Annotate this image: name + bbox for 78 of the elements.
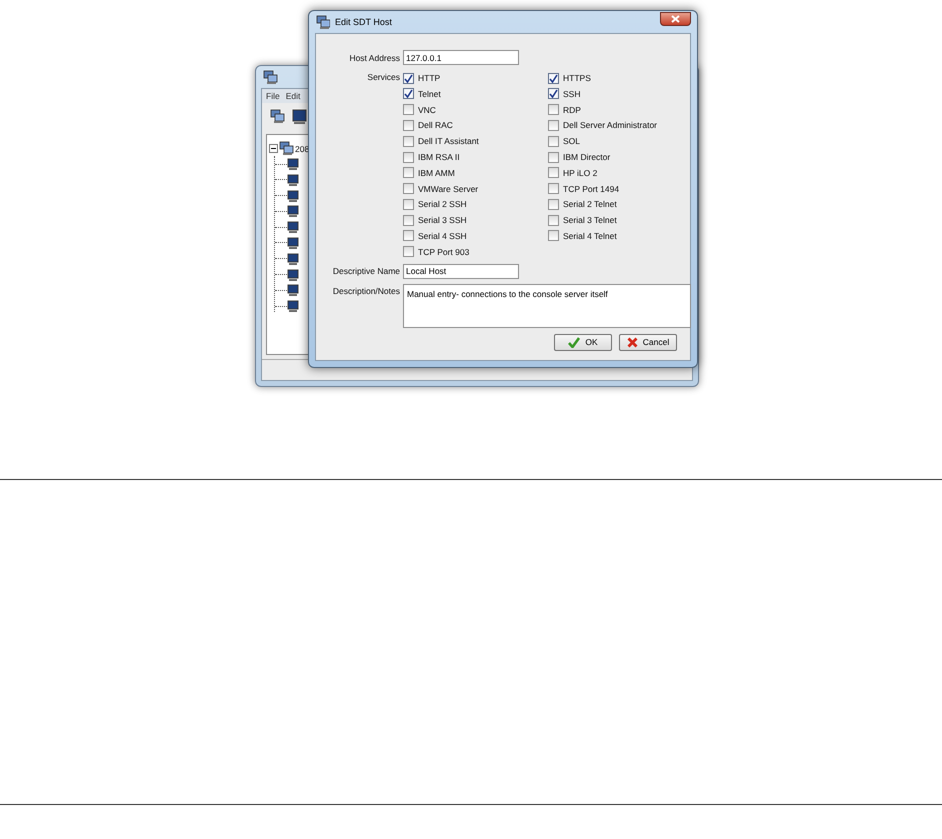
- checkbox[interactable]: [548, 214, 559, 226]
- checkbox[interactable]: [403, 120, 414, 131]
- field-label: Descriptive Name: [332, 266, 400, 276]
- notes-field[interactable]: Manual entry- connections to the console server itself: [403, 284, 691, 328]
- checkbox[interactable]: [403, 183, 414, 194]
- checkbox[interactable]: [548, 167, 559, 178]
- checkbox-label: Serial 4 SSH: [418, 230, 467, 241]
- checkbox-label: Dell RAC: [418, 120, 453, 130]
- checkbox-label: HP iLO 2: [563, 168, 598, 178]
- checkbox[interactable]: [403, 198, 414, 210]
- checkbox-label: HTTPS: [563, 73, 591, 84]
- computer-icon[interactable]: [287, 300, 299, 312]
- checkbox[interactable]: [548, 104, 559, 116]
- expander-icon[interactable]: [269, 144, 278, 153]
- checkbox[interactable]: [403, 246, 414, 258]
- checkbox-label: VNC: [418, 104, 436, 115]
- checkbox[interactable]: [548, 120, 559, 131]
- checkbox-label: SOL: [563, 136, 580, 146]
- checkbox-label: Telnet: [418, 88, 441, 99]
- checkbox-label: SSH: [563, 88, 580, 99]
- computer-icon[interactable]: [287, 236, 299, 249]
- checkbox-label: VMWare Server: [418, 184, 478, 194]
- text-field[interactable]: Local Host: [403, 264, 519, 279]
- computer-icon[interactable]: [287, 205, 299, 218]
- window-title: Edit SDT Host: [335, 17, 392, 27]
- computer-icon[interactable]: [287, 174, 299, 186]
- checkbox-label: IBM Director: [563, 152, 610, 162]
- checkbox-label: Serial 3 SSH: [418, 215, 467, 226]
- computer-icon[interactable]: [287, 190, 299, 202]
- checkbox[interactable]: [548, 183, 559, 194]
- checkbox[interactable]: [403, 136, 414, 147]
- checkbox-label: HTTP: [418, 73, 440, 84]
- checkbox[interactable]: [403, 214, 414, 226]
- checkbox-label: Serial 3 Telnet: [563, 215, 617, 226]
- close-icon: [671, 15, 680, 23]
- checkbox-label: Dell Server Administrator: [563, 120, 658, 130]
- computer-icon[interactable]: [292, 109, 307, 124]
- checkbox-label: Serial 2 SSH: [418, 199, 467, 210]
- computer-icon[interactable]: [287, 268, 299, 281]
- checkbox-label: Dell IT Assistant: [418, 136, 479, 146]
- checkbox[interactable]: [548, 230, 559, 242]
- computer-icon[interactable]: [287, 158, 299, 170]
- app-icon: [263, 70, 278, 84]
- checkbox[interactable]: [548, 136, 559, 147]
- checkbox-label: IBM AMM: [418, 168, 455, 178]
- checkbox[interactable]: [403, 104, 414, 116]
- checkbox[interactable]: [403, 72, 414, 84]
- cancel-button[interactable]: Cancel: [619, 334, 677, 351]
- field-label: Host Address: [348, 52, 400, 62]
- field-label: Description/Notes: [332, 286, 400, 296]
- computer-icon[interactable]: [287, 221, 299, 234]
- checkbox-label: RDP: [563, 104, 581, 115]
- checkbox-label: Serial 2 Telnet: [563, 199, 617, 210]
- checkbox-label: TCP Port 1494: [563, 184, 620, 194]
- checkbox[interactable]: [403, 230, 414, 242]
- checkbox[interactable]: [403, 152, 414, 162]
- app-icon: [316, 15, 330, 29]
- checkbox-label: Serial 4 Telnet: [563, 230, 617, 241]
- checkbox-label: IBM RSA II: [418, 152, 460, 162]
- checkbox[interactable]: [548, 198, 559, 210]
- checkbox[interactable]: [548, 88, 559, 100]
- computer-icon[interactable]: [287, 284, 299, 296]
- text-field[interactable]: 127.0.0.1: [403, 50, 519, 65]
- hosts-icon[interactable]: [270, 109, 285, 124]
- checkbox[interactable]: [548, 72, 559, 84]
- check-icon: [568, 336, 580, 348]
- checkbox[interactable]: [403, 88, 414, 100]
- close-button[interactable]: [660, 12, 691, 26]
- hosts-icon: [279, 141, 294, 156]
- field-label: Services: [366, 72, 400, 82]
- menu-item[interactable]: File: [266, 91, 280, 101]
- computer-icon[interactable]: [287, 252, 299, 265]
- menu-item[interactable]: Edit: [286, 91, 300, 101]
- checkbox[interactable]: [548, 152, 559, 162]
- ok-button[interactable]: OK: [554, 334, 612, 351]
- cross-icon: [626, 336, 638, 348]
- checkbox-label: TCP Port 903: [418, 246, 470, 257]
- checkbox[interactable]: [403, 167, 414, 178]
